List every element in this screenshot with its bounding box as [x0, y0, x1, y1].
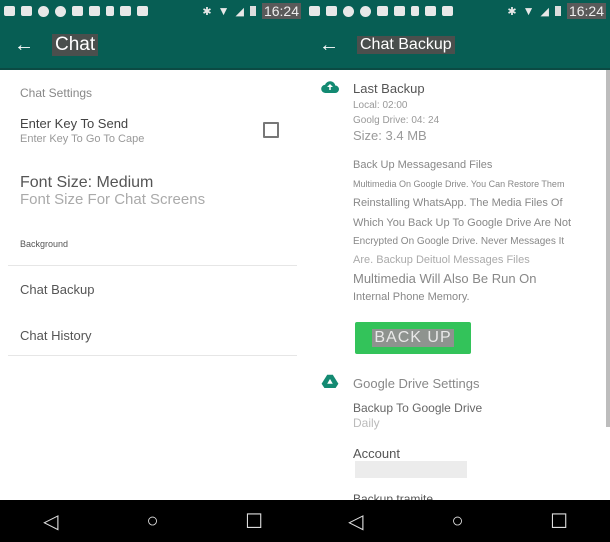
status-bar: ✱ ▼ ◢ 16:24: [0, 0, 305, 22]
download-icon: [411, 6, 419, 16]
last-backup-local: Local: 02:00: [353, 100, 408, 111]
settings-list: Chat Settings Enter Key To Send Enter Ke…: [0, 70, 305, 500]
nav-recents-button[interactable]: ☐: [539, 509, 579, 534]
app-bar: ← Chat: [0, 22, 305, 70]
bluetooth-icon: ✱: [202, 5, 212, 18]
battery-icon: [554, 6, 561, 16]
gmail-icon: [326, 6, 337, 16]
youtube-icon: [72, 6, 83, 16]
nav-back-button[interactable]: ◁: [336, 509, 376, 534]
scrollbar[interactable]: [606, 70, 610, 427]
enter-key-subtitle: Enter Key To Go To Cape: [20, 133, 145, 145]
signal-icon: ◢: [235, 5, 244, 18]
nav-recents-button[interactable]: ☐: [234, 509, 274, 534]
font-size-subtitle: Font Size For Chat Screens: [20, 191, 206, 208]
settings-icon: [360, 5, 371, 17]
chat-history-setting[interactable]: Chat History: [20, 328, 92, 343]
description-line: Multimedia On Google Drive. You Can Rest…: [353, 179, 565, 189]
wifi-icon: ▼: [217, 4, 230, 18]
last-backup-drive: Goolg Drive: 04: 24: [353, 115, 440, 126]
description-line: Reinstalling WhatsApp. The Media Files O…: [353, 197, 563, 209]
clock: 16:24: [261, 3, 301, 19]
divider: [8, 265, 297, 266]
settings-icon: [55, 5, 66, 17]
youtube-icon: [377, 6, 388, 16]
last-backup-size: Size: 3.4 MB: [353, 128, 427, 143]
status-bar: ✱ ▼ ◢ 16:24: [305, 0, 610, 22]
description-line: Back Up Messagesand Files: [353, 159, 493, 171]
chat-backup-screen: ✱ ▼ ◢ 16:24 ← Chat Backup Last Backup Lo…: [305, 0, 610, 542]
enter-key-title: Enter Key To Send: [20, 116, 129, 131]
description-line: Which You Back Up To Google Drive Are No…: [353, 217, 572, 229]
nav-back-button[interactable]: ◁: [31, 509, 71, 534]
gmail-icon: [21, 6, 32, 16]
nav-home-button[interactable]: ○: [132, 510, 172, 533]
download-icon: [106, 6, 114, 16]
camera-icon: [442, 6, 453, 16]
description-line: Internal Phone Memory.: [353, 291, 470, 303]
image-icon: [309, 6, 320, 16]
background-setting[interactable]: Background: [20, 239, 68, 249]
backup-to-drive-value: Daily: [353, 416, 380, 430]
youtube-icon: [394, 6, 405, 16]
google-drive-icon: [321, 374, 339, 388]
settings-icon: [343, 5, 354, 17]
font-size-title: Font Size: Medium: [20, 174, 154, 191]
camera-icon: [425, 6, 436, 16]
divider: [8, 355, 297, 356]
back-up-button[interactable]: BACK UP: [355, 322, 471, 354]
nav-home-button[interactable]: ○: [437, 510, 477, 533]
account-label: Account: [353, 446, 400, 461]
account-value: [355, 461, 467, 478]
chat-backup-setting[interactable]: Chat Backup: [20, 282, 94, 297]
wifi-icon: ▼: [522, 4, 535, 18]
description-line: Are. Backup Deituol Messages Files: [353, 254, 530, 266]
settings-icon: [38, 5, 49, 17]
camera-icon: [137, 6, 148, 16]
drive-settings-heading: Google Drive Settings: [353, 376, 480, 391]
battery-icon: [249, 6, 256, 16]
enter-key-checkbox[interactable]: [263, 122, 279, 138]
page-title: Chat: [52, 34, 99, 56]
bluetooth-icon: ✱: [507, 5, 517, 18]
cloud-upload-icon: [321, 81, 339, 94]
camera-icon: [120, 6, 131, 16]
notification-icons: [4, 5, 148, 17]
back-arrow-icon[interactable]: ←: [14, 34, 38, 57]
section-header: Chat Settings: [20, 86, 93, 100]
navigation-bar: ◁ ○ ☐: [305, 500, 610, 542]
description-line: Encrypted On Google Drive. Never Message…: [353, 236, 565, 247]
backup-to-drive-label: Backup To Google Drive: [353, 401, 483, 415]
youtube-icon: [89, 6, 100, 16]
backup-content: Last Backup Local: 02:00 Goolg Drive: 04…: [305, 70, 610, 506]
last-backup-heading: Last Backup: [353, 81, 425, 96]
signal-icon: ◢: [540, 5, 549, 18]
app-bar: ← Chat Backup: [305, 22, 610, 70]
chat-settings-screen: ✱ ▼ ◢ 16:24 ← Chat Chat Settings Enter K…: [0, 0, 305, 542]
image-icon: [4, 6, 15, 16]
navigation-bar: ◁ ○ ☐: [0, 500, 305, 542]
page-title: Chat Backup: [357, 36, 455, 54]
description-line: Multimedia Will Also Be Run On: [353, 271, 537, 286]
back-up-button-label: BACK UP: [372, 329, 454, 347]
back-arrow-icon[interactable]: ←: [319, 34, 343, 57]
notification-icons: [309, 5, 453, 17]
clock: 16:24: [566, 3, 606, 19]
